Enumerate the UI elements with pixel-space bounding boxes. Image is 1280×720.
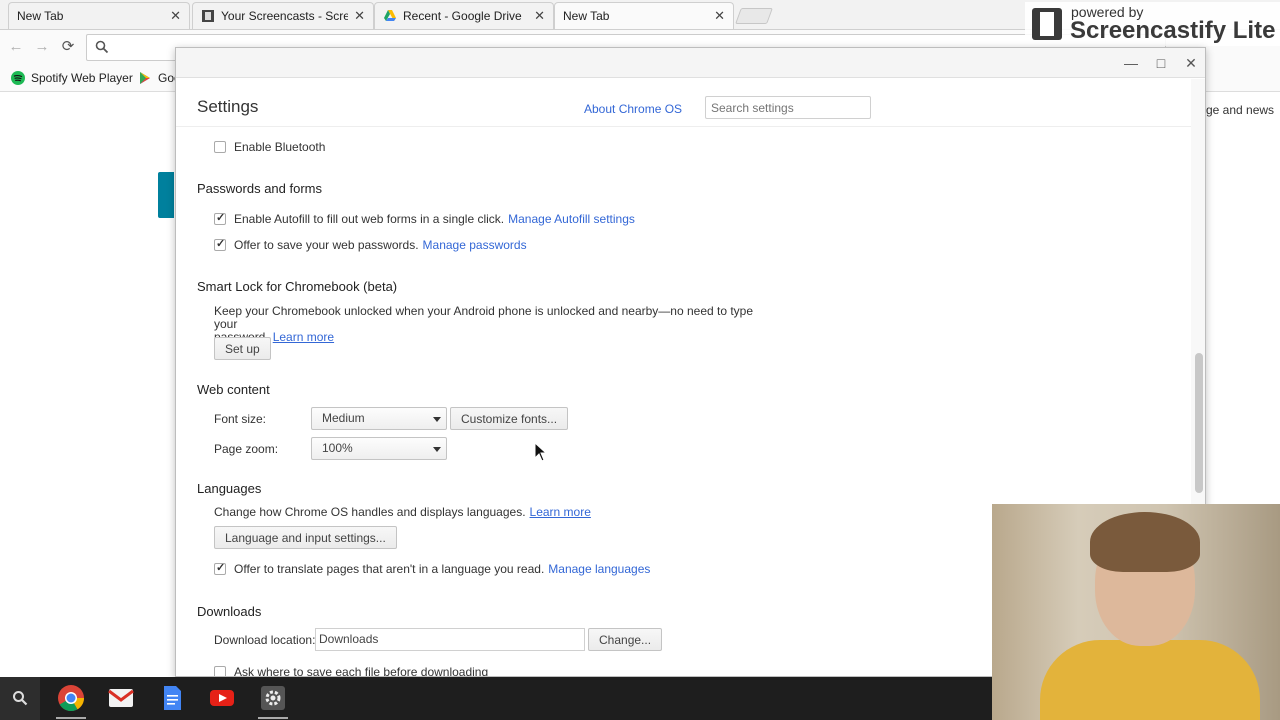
change-download-location-button[interactable]: Change... bbox=[588, 628, 663, 651]
ask-where-checkbox[interactable] bbox=[214, 666, 226, 676]
web-content-section-title: Web content bbox=[197, 382, 270, 397]
smartlock-description: Keep your Chromebook unlocked when your … bbox=[214, 305, 774, 344]
manage-languages-link[interactable]: Manage languages bbox=[548, 562, 650, 576]
languages-learn-more-link[interactable]: Learn more bbox=[530, 505, 591, 519]
tab-new-tab-1[interactable]: New Tab ✕ bbox=[8, 2, 190, 29]
film-icon bbox=[202, 10, 214, 22]
save-passwords-checkbox[interactable] bbox=[214, 237, 226, 251]
search-icon bbox=[13, 691, 28, 706]
autofill-label: Enable Autofill to fill out web forms in… bbox=[234, 212, 505, 226]
tab-close-icon[interactable]: ✕ bbox=[170, 8, 181, 24]
settings-header: Settings About Chrome OS bbox=[176, 79, 1191, 127]
manage-autofill-link[interactable]: Manage Autofill settings bbox=[508, 212, 635, 226]
smartlock-desc-line1: Keep your Chromebook unlocked when your … bbox=[214, 304, 754, 331]
spotify-icon bbox=[11, 71, 25, 85]
translate-row: Offer to translate pages that aren't in … bbox=[214, 561, 650, 576]
smartlock-setup-button[interactable]: Set up bbox=[214, 337, 271, 360]
smartlock-learn-more-link[interactable]: Learn more bbox=[273, 330, 334, 344]
download-location-label: Download location: bbox=[214, 633, 316, 647]
search-icon bbox=[95, 40, 109, 54]
search-settings-input[interactable] bbox=[705, 96, 871, 119]
maximize-icon[interactable]: □ bbox=[1152, 54, 1170, 72]
watermark-brand: Screencastify Lite bbox=[1070, 17, 1276, 44]
launcher-button[interactable] bbox=[0, 677, 40, 720]
minimize-icon[interactable]: — bbox=[1122, 54, 1140, 72]
tab-label: Your Screencasts - Scree bbox=[221, 9, 349, 23]
ask-where-row: Ask where to save each file before downl… bbox=[214, 665, 489, 677]
active-indicator bbox=[56, 717, 86, 719]
tab-close-icon[interactable]: ✕ bbox=[534, 8, 545, 24]
languages-section-title: Languages bbox=[197, 481, 262, 496]
bookmark-spotify[interactable]: Spotify Web Player bbox=[11, 71, 133, 85]
scrollbar-thumb[interactable] bbox=[1195, 353, 1203, 493]
tab-label: New Tab bbox=[563, 9, 610, 23]
page-zoom-label: Page zoom: bbox=[214, 442, 279, 456]
close-icon[interactable]: ✕ bbox=[1182, 54, 1200, 72]
bookmark-label: Spotify Web Player bbox=[31, 71, 133, 85]
bing-logo bbox=[158, 172, 174, 218]
screencastify-watermark: powered by Screencastify Lite bbox=[1025, 2, 1280, 46]
about-chrome-os-link[interactable]: About Chrome OS bbox=[584, 102, 682, 116]
tab-google-drive[interactable]: Recent - Google Drive ✕ bbox=[374, 2, 554, 29]
tab-close-icon[interactable]: ✕ bbox=[354, 8, 365, 24]
customize-fonts-button[interactable]: Customize fonts... bbox=[450, 407, 569, 430]
docs-icon[interactable] bbox=[158, 684, 186, 712]
webcam-overlay bbox=[992, 504, 1280, 720]
reload-icon[interactable]: ⟳ bbox=[58, 37, 78, 57]
bluetooth-checkbox[interactable] bbox=[214, 141, 226, 153]
tab-screencasts[interactable]: Your Screencasts - Scree ✕ bbox=[192, 2, 374, 29]
google-drive-icon bbox=[384, 10, 396, 21]
mouse-cursor-icon bbox=[534, 442, 548, 462]
manage-passwords-link[interactable]: Manage passwords bbox=[423, 238, 527, 252]
bluetooth-label: Enable Bluetooth bbox=[234, 140, 326, 154]
translate-label: Offer to translate pages that aren't in … bbox=[234, 562, 545, 576]
settings-gear-icon[interactable] bbox=[259, 684, 287, 712]
font-size-select[interactable]: Medium bbox=[311, 407, 447, 430]
page-zoom-select[interactable]: 100% bbox=[311, 437, 447, 460]
webcam-person-hair bbox=[1090, 512, 1200, 572]
tab-close-icon[interactable]: ✕ bbox=[714, 8, 725, 24]
ask-where-label: Ask where to save each file before downl… bbox=[234, 665, 489, 677]
tab-new-tab-2[interactable]: New Tab ✕ bbox=[554, 2, 734, 29]
google-play-icon bbox=[140, 72, 150, 84]
new-tab-button[interactable] bbox=[735, 8, 773, 24]
passwords-section-title: Passwords and forms bbox=[197, 181, 322, 196]
autofill-row: Enable Autofill to fill out web forms in… bbox=[214, 211, 635, 226]
languages-description: Change how Chrome OS handles and display… bbox=[214, 505, 526, 519]
gmail-icon[interactable] bbox=[107, 684, 135, 712]
back-arrow-icon[interactable]: ← bbox=[6, 37, 26, 57]
page-title: Settings bbox=[197, 97, 259, 116]
tab-label: Recent - Google Drive bbox=[403, 9, 522, 23]
download-location-field[interactable]: Downloads bbox=[315, 628, 585, 651]
language-input-settings-button[interactable]: Language and input settings... bbox=[214, 526, 397, 549]
background-page-text: ge and news bbox=[1206, 103, 1275, 117]
youtube-icon[interactable] bbox=[208, 684, 236, 712]
webcam-person-shirt bbox=[1040, 640, 1260, 720]
film-icon bbox=[1032, 8, 1062, 40]
save-passwords-label: Offer to save your web passwords. bbox=[234, 238, 419, 252]
smartlock-section-title: Smart Lock for Chromebook (beta) bbox=[197, 279, 398, 294]
save-passwords-row: Offer to save your web passwords. Manage… bbox=[214, 237, 527, 252]
languages-description-row: Change how Chrome OS handles and display… bbox=[214, 505, 591, 519]
window-titlebar: — □ ✕ bbox=[176, 48, 1205, 78]
dropdown-caret-icon bbox=[433, 417, 441, 422]
dropdown-caret-icon bbox=[433, 447, 441, 452]
downloads-section-title: Downloads bbox=[197, 604, 262, 619]
autofill-checkbox[interactable] bbox=[214, 211, 226, 225]
font-size-value: Medium bbox=[322, 411, 365, 425]
tab-label: New Tab bbox=[17, 9, 64, 23]
bluetooth-row: Enable Bluetooth bbox=[214, 140, 325, 154]
page-zoom-value: 100% bbox=[322, 441, 353, 455]
translate-checkbox[interactable] bbox=[214, 561, 226, 575]
active-indicator bbox=[258, 717, 288, 719]
chrome-icon[interactable] bbox=[57, 684, 85, 712]
font-size-label: Font size: bbox=[214, 412, 267, 426]
forward-arrow-icon[interactable]: → bbox=[32, 37, 52, 57]
